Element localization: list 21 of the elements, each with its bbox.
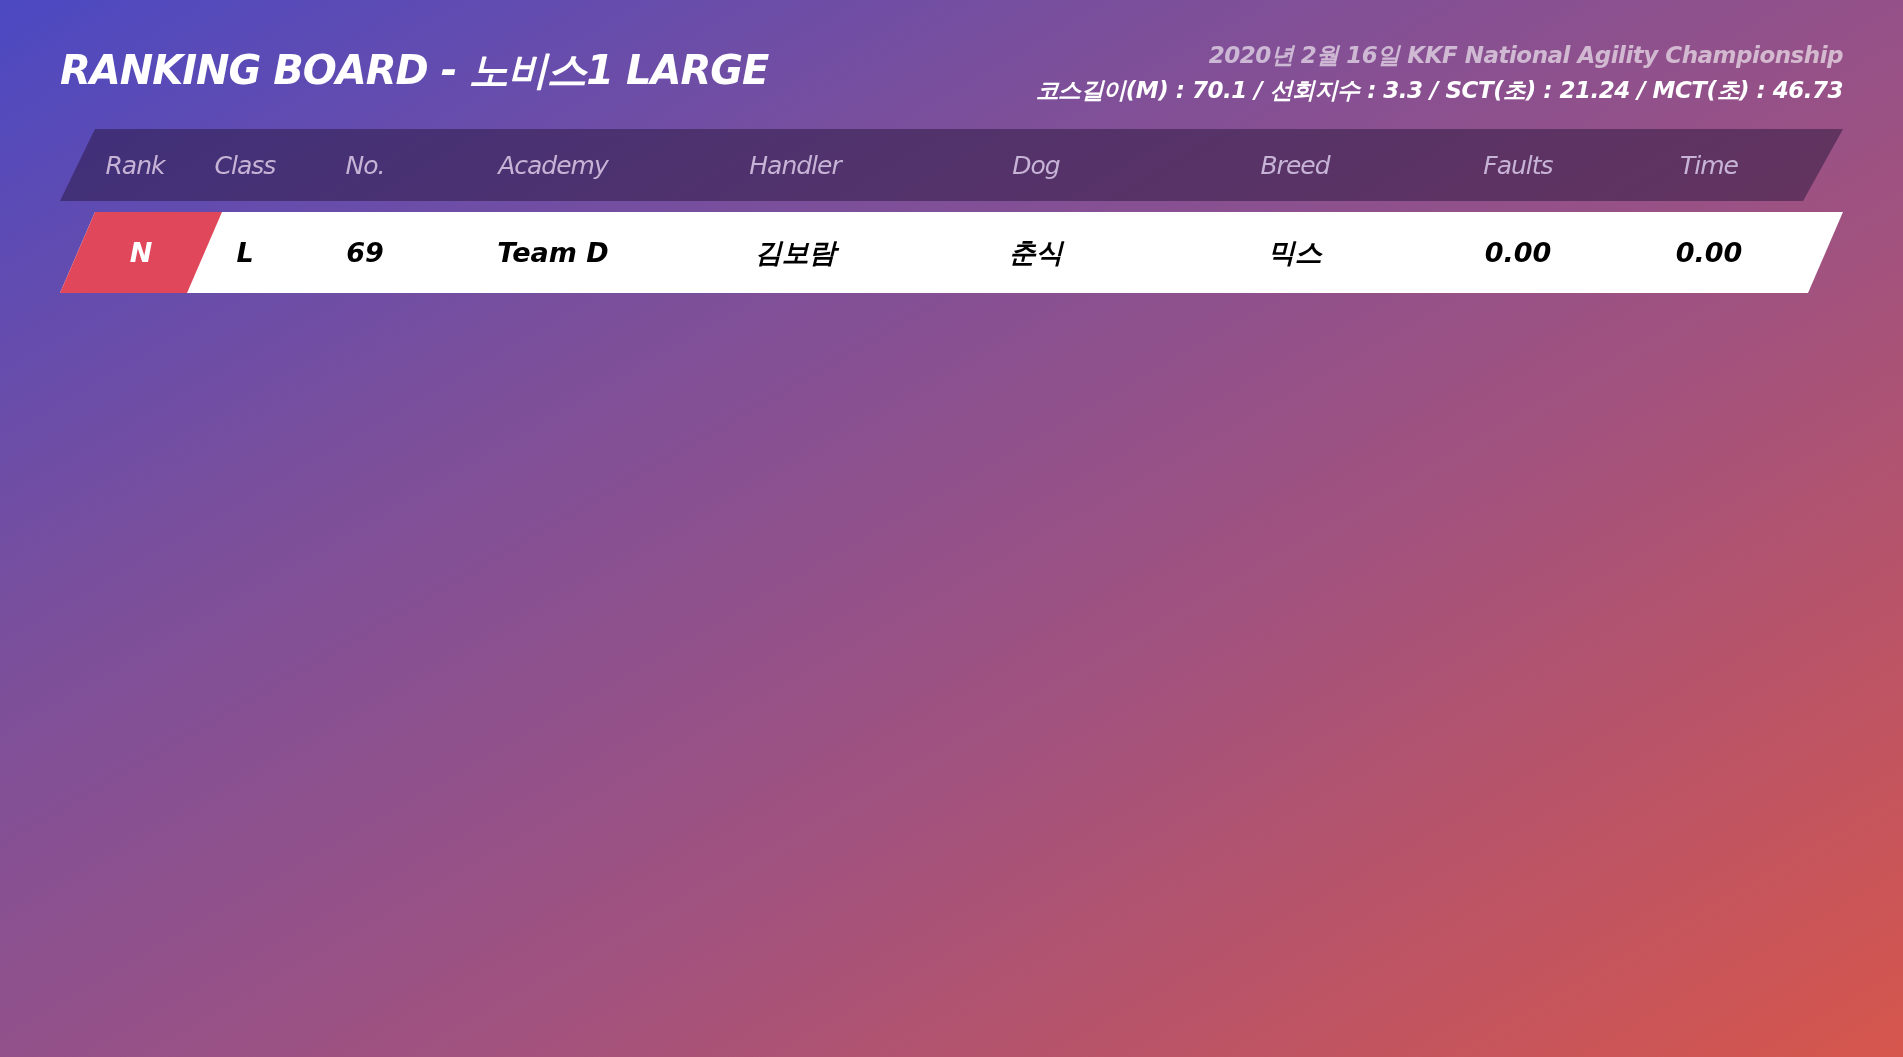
rank-cell: N [60, 212, 222, 293]
column-header: No. [344, 150, 386, 180]
table-cell-text: Team D [496, 237, 610, 268]
event-name: 2020년 2월 16일 KKF National Agility Championship [1207, 41, 1843, 70]
column-header: Class [213, 150, 277, 180]
column-header: Rank [104, 150, 167, 180]
table-cell-text: 69 [345, 237, 385, 268]
column-header: Dog [1011, 150, 1061, 180]
column-header: Breed [1259, 150, 1332, 180]
column-header: Time [1679, 150, 1739, 180]
board-title: RANKING BOARD - 노비스1 LARGE [60, 46, 769, 95]
table-cell-text: L [235, 237, 255, 268]
column-header: Faults [1482, 150, 1554, 180]
course-info: 코스길이(M) : 70.1 / 선회지수 : 3.3 / SCT(초) : 21.24 / MCT(초) : 46.73 [1035, 76, 1843, 105]
table-cell-text: 0.00 [1674, 237, 1744, 268]
table-cell-text: 0.00 [1483, 237, 1553, 268]
table-cell: 김보람 [656, 234, 934, 271]
table-cell-text: 춘식 [1008, 235, 1066, 270]
column-header: Academy [496, 150, 610, 180]
table-cell-text: 믹스 [1267, 235, 1324, 270]
column-header: Handler [748, 150, 844, 180]
